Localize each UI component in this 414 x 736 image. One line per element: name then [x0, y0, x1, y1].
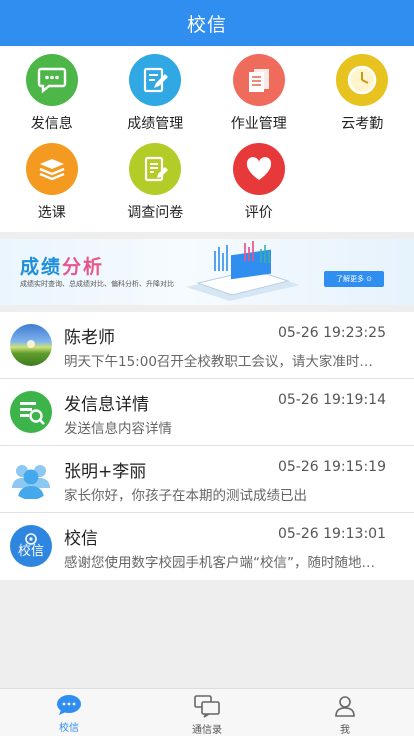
person-icon — [335, 696, 355, 717]
message-detail-icon — [10, 391, 52, 433]
message-item[interactable]: 陈老师 05-26 19:23:25 明天下午15:00召开全校教职工会议，请大… — [0, 312, 414, 379]
app-header: 校信 — [0, 0, 414, 46]
grid-item-send-message[interactable]: 发信息 — [0, 54, 104, 143]
heart-icon — [232, 143, 285, 195]
grid-item-label: 调查问卷 — [127, 205, 184, 221]
message-sender: 陈老师 — [64, 328, 115, 348]
grid-item-course-selection[interactable]: 选课 — [0, 143, 104, 232]
message-preview: 发送信息内容详情 — [64, 421, 172, 437]
grid-item-cloud-attendance[interactable]: 云考勤 — [311, 54, 414, 143]
contacts-icon — [194, 695, 220, 718]
grid-item-survey[interactable]: 调查问卷 — [104, 143, 208, 232]
tab-xiaoxin[interactable]: 校信 — [0, 689, 138, 736]
grid-item-label: 选课 — [37, 205, 66, 221]
bottom-tab-bar: 校信 通信录 我 — [0, 688, 414, 736]
banner-title: 成绩分析 — [20, 256, 105, 278]
message-time: 05-26 19:19:14 — [277, 392, 386, 408]
message-item[interactable]: 发信息详情 05-26 19:19:14 发送信息内容详情 — [0, 379, 414, 446]
feature-grid: 发信息 成绩管理 作业管理 云考勤 选课 调查问卷 评价 — [0, 46, 414, 232]
message-preview: 家长你好，你孩子在本期的测试成绩已出 — [64, 488, 307, 504]
banner-subtitle: 成绩实时查询、总成绩对比、偏科分析、升降对比 — [20, 280, 174, 288]
message-time: 05-26 19:13:01 — [277, 526, 386, 542]
grid-item-homework-management[interactable]: 作业管理 — [207, 54, 311, 143]
grade-analysis-banner[interactable]: 成绩分析 成绩实时查询、总成绩对比、偏科分析、升降对比 了解更多 ⊙ — [0, 239, 414, 305]
message-item[interactable]: 校信 校信 05-26 19:13:01 感谢您使用数字校园手机客户端“校信”，… — [0, 513, 414, 580]
tab-label: 校信 — [59, 723, 79, 734]
survey-icon — [129, 143, 182, 195]
message-time: 05-26 19:23:25 — [277, 325, 386, 341]
xiaoxin-logo: 校信 — [10, 525, 52, 567]
group-icon — [10, 458, 52, 500]
tab-label: 通信录 — [192, 725, 222, 736]
chart-illustration — [186, 241, 300, 301]
grid-item-label: 作业管理 — [230, 116, 287, 132]
message-preview: 明天下午15:00召开全校教职工会议，请大家准时参加。 — [64, 354, 386, 370]
tab-contacts[interactable]: 通信录 — [138, 689, 276, 736]
page-title: 校信 — [186, 13, 227, 36]
xiaoxin-logo-text: 校信 — [17, 544, 44, 559]
message-item[interactable]: 张明+李丽 05-26 19:15:19 家长你好，你孩子在本期的测试成绩已出 — [0, 446, 414, 513]
message-sender: 校信 — [64, 529, 98, 549]
grid-item-label: 云考勤 — [341, 116, 384, 132]
landscape-avatar — [10, 324, 52, 366]
tab-label: 我 — [340, 725, 350, 736]
books-icon — [25, 143, 78, 195]
tab-me[interactable]: 我 — [276, 689, 414, 736]
message-list: 陈老师 05-26 19:23:25 明天下午15:00召开全校教职工会议，请大… — [0, 312, 414, 580]
message-preview: 感谢您使用数字校园手机客户端“校信”，随时随地沟通交流。 — [64, 555, 386, 571]
message-icon — [25, 54, 78, 106]
homework-icon — [232, 54, 285, 106]
grid-item-label: 发信息 — [30, 116, 73, 132]
grid-item-grade-management[interactable]: 成绩管理 — [104, 54, 208, 143]
chat-bubble-icon — [57, 695, 81, 715]
learn-more-button[interactable]: 了解更多 ⊙ — [324, 271, 384, 287]
grid-item-label: 成绩管理 — [127, 116, 184, 132]
message-time: 05-26 19:15:19 — [277, 459, 386, 475]
grid-item-evaluation[interactable]: 评价 — [207, 143, 311, 232]
message-sender: 张明+李丽 — [64, 462, 147, 482]
grid-item-label: 评价 — [244, 205, 273, 221]
message-sender: 发信息详情 — [64, 395, 149, 415]
clock-icon — [336, 54, 389, 106]
grade-edit-icon — [129, 54, 182, 106]
